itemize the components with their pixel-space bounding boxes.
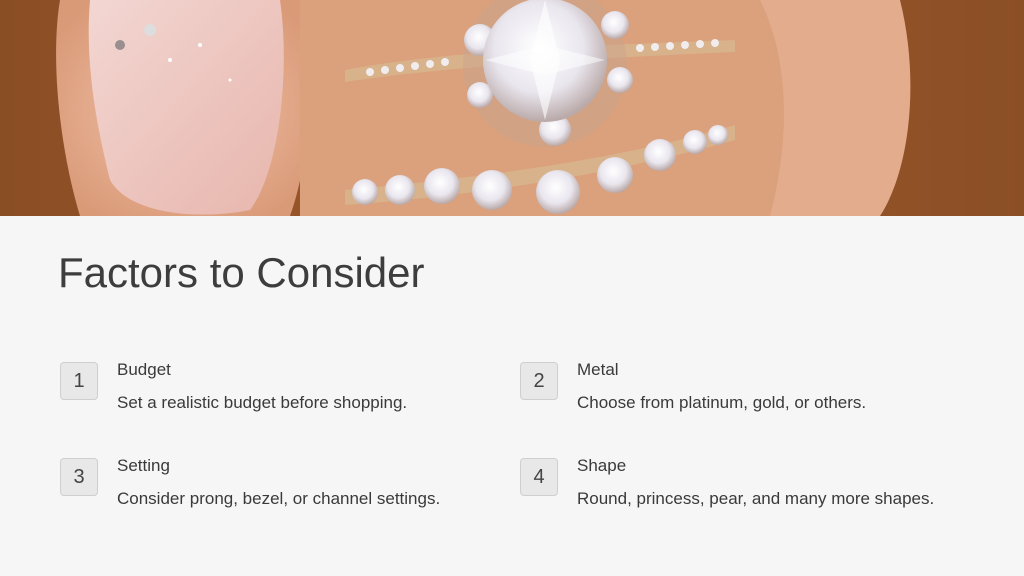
factor-description: Round, princess, pear, and many more sha… <box>577 489 935 508</box>
factor-title: Setting <box>117 456 170 475</box>
factor-item-metal: 2 Metal Choose from platinum, gold, or o… <box>520 360 960 432</box>
slide-title: Factors to Consider <box>58 249 425 296</box>
number-badge: 2 <box>520 362 558 400</box>
factor-description: Consider prong, bezel, or channel settin… <box>117 489 441 508</box>
factor-title: Metal <box>577 360 619 379</box>
factor-title: Shape <box>577 456 627 475</box>
factor-item-shape: 4 Shape Round, princess, pear, and many … <box>520 456 960 528</box>
factor-item-budget: 1 Budget Set a realistic budget before s… <box>60 360 500 432</box>
hero-image <box>0 0 1024 216</box>
factor-item-setting: 3 Setting Consider prong, bezel, or chan… <box>60 456 500 528</box>
factor-title: Budget <box>117 360 171 379</box>
factor-description: Choose from platinum, gold, or others. <box>577 393 867 412</box>
factor-description: Set a realistic budget before shopping. <box>117 393 408 412</box>
number-badge: 1 <box>60 362 98 400</box>
number-badge: 3 <box>60 458 98 496</box>
number-badge: 4 <box>520 458 558 496</box>
slide: Factors to Consider 1 Budget Set a reali… <box>0 0 1024 576</box>
